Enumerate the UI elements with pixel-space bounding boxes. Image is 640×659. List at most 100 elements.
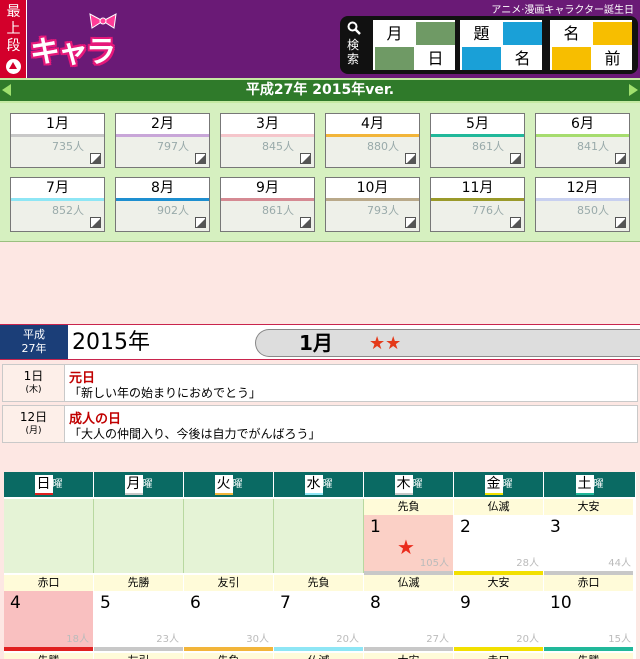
day-cell[interactable]: 先負	[184, 653, 274, 659]
day-color-bar	[274, 647, 363, 651]
month-color-line	[11, 134, 104, 137]
weekday-header: 日曜	[4, 472, 94, 497]
month-card-8[interactable]: 8月 902人	[115, 177, 210, 232]
month-card-9[interactable]: 9月 861人	[220, 177, 315, 232]
top-button-char: 上	[6, 21, 21, 37]
month-label: 11月	[431, 178, 524, 200]
month-count: 776人	[472, 204, 504, 217]
weekday-header: 火曜	[184, 472, 274, 497]
day-cell[interactable]: 先負 7 20人	[274, 575, 364, 651]
era-line: 平成	[23, 328, 45, 341]
search-panel: 検 索 月 日 題 名 名 前	[340, 16, 638, 74]
month-card-7[interactable]: 7月 852人	[10, 177, 105, 232]
month-label: 8月	[116, 178, 209, 200]
month-card-10[interactable]: 10月 793人	[325, 177, 420, 232]
day-cell[interactable]: 大安	[364, 653, 454, 659]
weekday-header: 水曜	[274, 472, 364, 497]
birthday-count: 30人	[246, 634, 269, 645]
day-cell[interactable]: 先勝 5 23人	[94, 575, 184, 651]
day-cell[interactable]: 先勝	[544, 653, 636, 659]
grid-cell: 日	[416, 47, 455, 70]
weekday-header: 土曜	[544, 472, 636, 497]
day-cell[interactable]: 仏滅	[274, 653, 364, 659]
day-cell[interactable]: 友引 6 30人	[184, 575, 274, 651]
search-label-char: 索	[346, 52, 359, 66]
site-logo[interactable]: キャラ誕	[30, 13, 130, 114]
weekday-header: 金曜	[454, 472, 544, 497]
grid-cell	[375, 47, 414, 70]
header: 最 上 段 キャラ誕 アニメ·漫画キャラクター誕生日 検 索	[0, 0, 640, 114]
expand-corner-icon	[510, 153, 521, 164]
app-root: 最 上 段 キャラ誕 アニメ·漫画キャラクター誕生日 検 索	[0, 0, 640, 659]
month-card-2[interactable]: 2月 797人	[115, 113, 210, 168]
month-label: 5月	[431, 114, 524, 136]
month-count: 735人	[52, 140, 84, 153]
birthday-count: 23人	[156, 634, 179, 645]
day-cell[interactable]: 赤口	[454, 653, 544, 659]
day-cell[interactable]: 赤口 4 18人	[4, 575, 94, 651]
holiday-quote: 「新しい年の始まりにおめでとう」	[69, 386, 262, 400]
month-card-5[interactable]: 5月 861人	[430, 113, 525, 168]
month-color-line	[431, 198, 524, 201]
weekday-suffix: 曜	[142, 479, 153, 490]
month-color-line	[326, 198, 419, 201]
empty-day-cell	[4, 499, 94, 573]
day-color-bar	[4, 647, 93, 651]
birthday-count: 18人	[66, 634, 89, 645]
day-color-bar	[454, 647, 543, 651]
expand-corner-icon	[615, 217, 626, 228]
month-card-4[interactable]: 4月 880人	[325, 113, 420, 168]
month-count: 845人	[262, 140, 294, 153]
scroll-top-button[interactable]: 最 上 段	[0, 0, 27, 78]
weekday-suffix: 曜	[412, 479, 423, 490]
month-color-line	[221, 134, 314, 137]
day-number: 2	[460, 517, 471, 537]
holiday-weekday: (月)	[25, 426, 42, 436]
month-label: 1月	[11, 114, 104, 136]
weekday-header: 月曜	[94, 472, 184, 497]
top-button-char: 段	[6, 38, 21, 54]
month-label: 2月	[116, 114, 209, 136]
month-card-6[interactable]: 6月 841人	[535, 113, 630, 168]
month-card-1[interactable]: 1月 735人	[10, 113, 105, 168]
day-number: 9	[460, 593, 471, 613]
month-count: 793人	[367, 204, 399, 217]
month-card-11[interactable]: 11月 776人	[430, 177, 525, 232]
month-count: 841人	[577, 140, 609, 153]
month-card-12[interactable]: 12月 850人	[535, 177, 630, 232]
weekday-kanji: 水	[304, 474, 323, 495]
holiday-weekday: (木)	[25, 385, 42, 395]
rokuyo-label: 先負	[364, 499, 453, 515]
day-number: 5	[100, 593, 111, 613]
search-by-title-button[interactable]: 題 名	[460, 20, 542, 70]
day-cell[interactable]: 大安 3 44人	[544, 499, 636, 575]
grid-cell: 前	[593, 47, 632, 70]
day-cell[interactable]: 先負 1 105人 ★	[364, 499, 454, 575]
grid-cell	[552, 47, 591, 70]
month-card-3[interactable]: 3月 845人	[220, 113, 315, 168]
day-cell[interactable]: 仏滅 2 28人	[454, 499, 544, 575]
search-label-char: 検	[346, 38, 359, 52]
expand-corner-icon	[300, 217, 311, 228]
expand-corner-icon	[405, 153, 416, 164]
day-number: 10	[550, 593, 572, 613]
next-year-arrow-icon[interactable]	[629, 84, 638, 96]
day-cell[interactable]: 赤口 10 15人	[544, 575, 636, 651]
search-by-name-button[interactable]: 名 前	[550, 20, 632, 70]
search-by-date-button[interactable]: 月 日	[373, 20, 455, 70]
rokuyo-label: 赤口	[4, 575, 93, 591]
day-cell[interactable]: 大安 9 20人	[454, 575, 544, 651]
day-cell[interactable]: 友引	[94, 653, 184, 659]
year-bar: 平成27年 2015年ver.	[0, 78, 640, 103]
day-number: 7	[280, 593, 291, 613]
rokuyo-label: 仏滅	[364, 575, 453, 591]
rokuyo-label: 仏滅	[274, 653, 363, 659]
month-color-line	[431, 134, 524, 137]
weekday-kanji: 木	[394, 474, 413, 495]
expand-corner-icon	[510, 217, 521, 228]
rokuyo-label: 大安	[364, 653, 453, 659]
day-cell[interactable]: 仏滅 8 27人	[364, 575, 454, 651]
weekday-kanji: 火	[214, 474, 233, 495]
day-cell[interactable]: 先勝	[4, 653, 94, 659]
year-title: 平成27年 2015年ver.	[245, 82, 395, 98]
